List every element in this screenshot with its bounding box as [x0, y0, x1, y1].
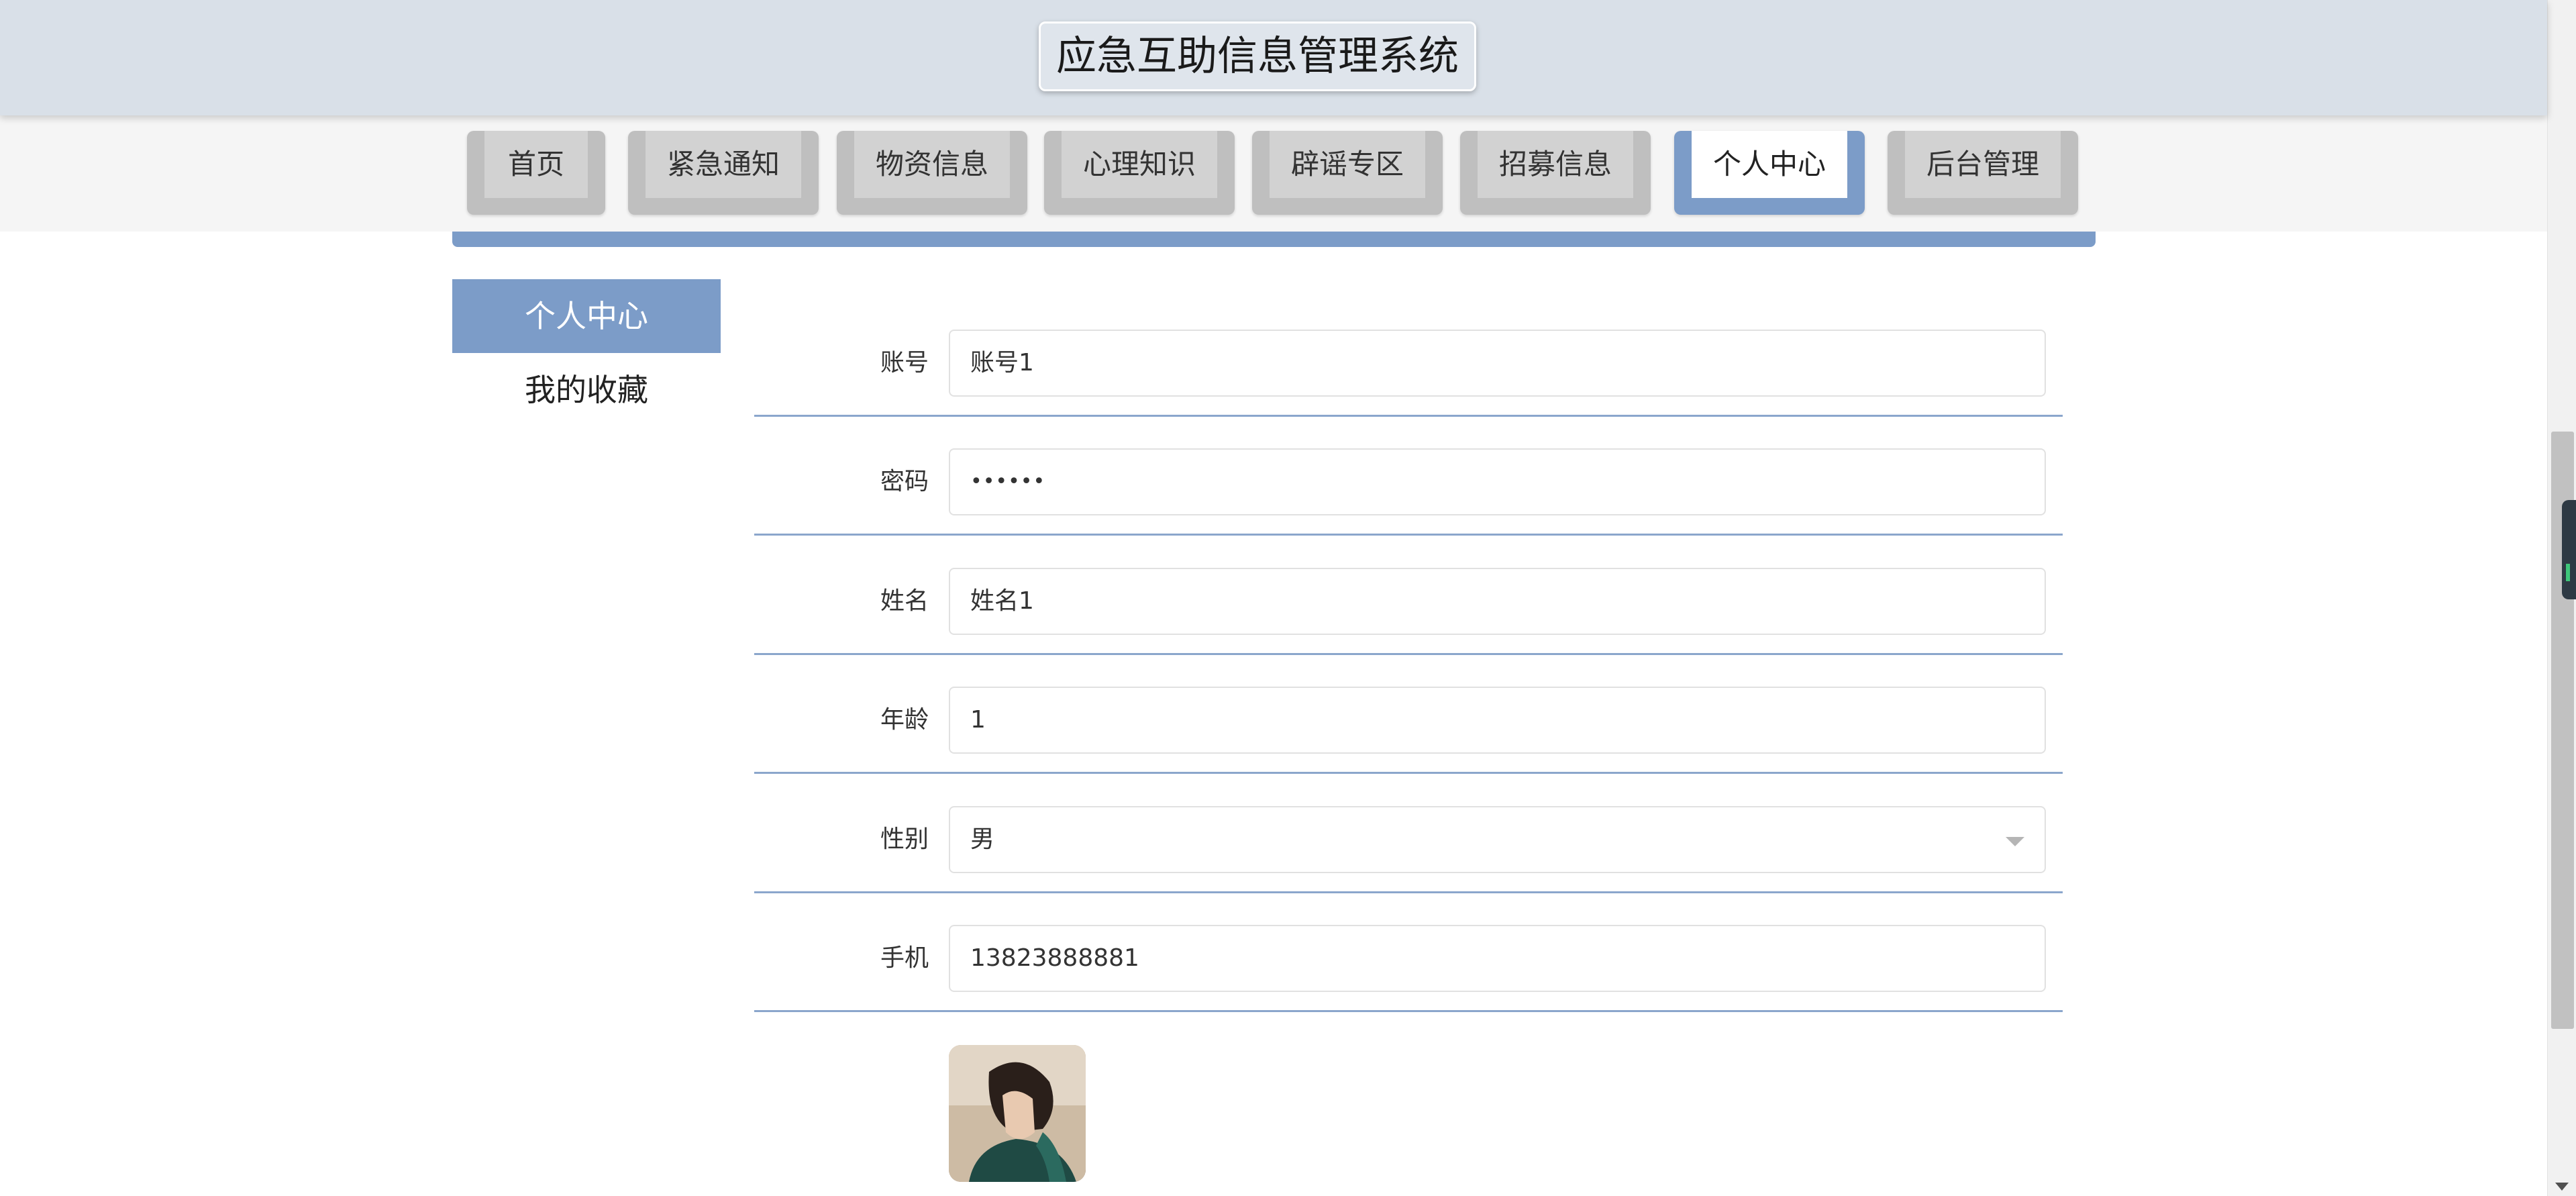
age-label: 年龄: [880, 706, 929, 734]
password-field[interactable]: ••••••: [949, 448, 2046, 515]
nav-item-label: 心理知识: [1062, 131, 1217, 198]
nav-item-home[interactable]: 首页: [467, 131, 605, 215]
form-row-age: 年龄 1: [754, 687, 2063, 774]
form-row-gender: 性别 男: [754, 806, 2063, 893]
sidebar-item-personal-center[interactable]: 个人中心: [452, 279, 721, 353]
nav-item-recruitment[interactable]: 招募信息: [1460, 131, 1651, 215]
name-label: 姓名: [880, 587, 929, 615]
nav-accent-bar: [452, 232, 2096, 247]
gender-label: 性别: [880, 826, 929, 853]
gender-select-value: 男: [970, 826, 995, 853]
form-row-password: 密码 ••••••: [754, 448, 2063, 536]
form-row-name: 姓名 姓名1: [754, 568, 2063, 655]
site-header: 应急互助信息管理系统: [0, 0, 2547, 115]
password-label: 密码: [880, 468, 929, 495]
avatar[interactable]: [949, 1045, 1086, 1182]
sidebar-item-favorites[interactable]: 我的收藏: [452, 353, 721, 427]
widget-indicator-icon: [2566, 564, 2570, 581]
chevron-down-icon: [2006, 837, 2024, 846]
nav-item-supplies[interactable]: 物资信息: [837, 131, 1027, 215]
nav-item-psychology[interactable]: 心理知识: [1044, 131, 1235, 215]
nav-item-label: 招募信息: [1478, 131, 1633, 198]
scroll-down-arrow-icon[interactable]: [2555, 1183, 2569, 1191]
nav-item-label: 首页: [484, 131, 588, 198]
nav-item-admin[interactable]: 后台管理: [1888, 131, 2078, 215]
name-field[interactable]: 姓名1: [949, 568, 2046, 635]
site-title: 应急互助信息管理系统: [1039, 21, 1476, 91]
nav-item-rumor-refute[interactable]: 辟谣专区: [1252, 131, 1443, 215]
nav-item-label: 物资信息: [854, 131, 1010, 198]
floating-side-widget[interactable]: [2562, 500, 2576, 599]
phone-label: 手机: [880, 944, 929, 972]
phone-field[interactable]: 13823888881: [949, 925, 2046, 992]
form-row-phone: 手机 13823888881: [754, 925, 2063, 1012]
form-row-account: 账号 账号1: [754, 330, 2063, 417]
nav-item-label: 后台管理: [1905, 131, 2061, 198]
nav-item-label: 紧急通知: [646, 131, 801, 198]
nav-item-personal-center[interactable]: 个人中心: [1674, 131, 1865, 215]
nav-item-label: 辟谣专区: [1270, 131, 1425, 198]
account-field[interactable]: 账号1: [949, 330, 2046, 397]
account-label: 账号: [880, 349, 929, 377]
age-field[interactable]: 1: [949, 687, 2046, 754]
nav-item-emergency-notice[interactable]: 紧急通知: [628, 131, 819, 215]
gender-select[interactable]: 男: [949, 806, 2046, 873]
avatar-photo: [949, 1045, 1086, 1182]
page: 应急互助信息管理系统 首页 紧急通知 物资信息 心理知识 辟谣专区 招募信息 个…: [0, 0, 2576, 1196]
nav-item-label: 个人中心: [1692, 131, 1847, 198]
